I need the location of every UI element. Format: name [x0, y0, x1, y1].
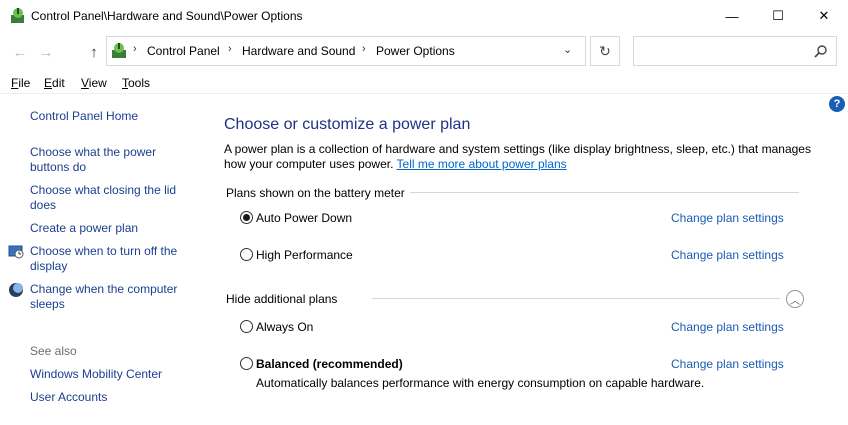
back-button[interactable]: ←: [10, 42, 30, 62]
sidebar-power-buttons[interactable]: Choose what the power buttons do: [30, 145, 156, 175]
sidebar-link-line: sleeps: [30, 297, 65, 311]
plan-always-on-label: Always On: [256, 320, 314, 334]
menu-view-accelerator: V: [81, 76, 89, 90]
battery-meter-group-label: Plans shown on the battery meter: [226, 186, 405, 200]
plan-auto-power-down-label: Auto Power Down: [256, 211, 353, 225]
menu-view[interactable]: View: [81, 76, 107, 90]
search-icon: [814, 45, 827, 58]
change-plan-settings-balanced[interactable]: Change plan settings: [671, 357, 784, 371]
learn-more-link[interactable]: Tell me more about power plans: [397, 157, 567, 171]
sidebar-control-panel-home[interactable]: Control Panel Home: [30, 109, 138, 124]
sidebar-link-line: Choose what the power: [30, 145, 157, 159]
window-title: Control Panel\Hardware and Sound\Power O…: [31, 9, 303, 23]
hide-additional-plans-label[interactable]: Hide additional plans: [226, 292, 337, 306]
radio-auto-power-down[interactable]: [240, 211, 253, 224]
title-bar: Control Panel\Hardware and Sound\Power O…: [0, 0, 848, 32]
menu-edit[interactable]: Edit: [44, 76, 65, 90]
sidebar-link-line: buttons do: [30, 160, 87, 174]
maximize-button[interactable]: ☐: [755, 0, 801, 32]
menu-edit-label: dit: [52, 76, 65, 90]
radio-balanced[interactable]: [240, 357, 253, 370]
sidebar-link-line: Choose what closing the lid: [30, 183, 177, 197]
sidebar-link-line: Change when the computer: [30, 282, 178, 296]
minimize-button[interactable]: —: [709, 0, 755, 32]
menu-tools-label: ools: [128, 76, 151, 90]
radio-high-performance[interactable]: [240, 248, 253, 261]
control-panel-icon: [112, 43, 126, 58]
radio-always-on[interactable]: [240, 320, 253, 333]
sidebar-mobility-center[interactable]: Windows Mobility Center: [30, 367, 162, 382]
sleep-moon-icon: [9, 283, 23, 297]
collapse-chevron-icon[interactable]: ︿: [786, 290, 804, 308]
display-clock-icon: [8, 245, 24, 259]
sidebar-closing-lid[interactable]: Choose what closing the lid does: [30, 183, 176, 213]
group-divider: [410, 192, 799, 193]
breadcrumb-separator: ›: [133, 43, 137, 55]
sidebar-link-line: Create a power plan: [30, 221, 139, 235]
change-plan-settings-auto-power-down[interactable]: Change plan settings: [671, 211, 784, 225]
group-divider: [372, 298, 780, 299]
address-dropdown-icon[interactable]: ⌄: [563, 43, 572, 56]
plan-balanced-label: Balanced (recommended): [256, 357, 403, 371]
up-button[interactable]: ↑: [84, 42, 104, 62]
menu-bar: File Edit View Tools: [0, 72, 848, 94]
address-bar[interactable]: › Control Panel › Hardware and Sound › P…: [106, 36, 586, 66]
navigation-bar: ← → ↑ › Control Panel › Hardware and Sou…: [0, 32, 848, 72]
sidebar-link-line: does: [30, 198, 57, 212]
plan-balanced-description: Automatically balances performance with …: [256, 376, 705, 390]
page-title: Choose or customize a power plan: [224, 116, 471, 133]
search-input[interactable]: [633, 36, 837, 66]
sidebar-link-line: display: [30, 259, 68, 273]
see-also-label: See also: [30, 344, 77, 358]
refresh-button[interactable]: ↻: [590, 36, 620, 66]
breadcrumb-separator: ›: [228, 43, 232, 55]
sidebar-link-line: Choose when to turn off the: [30, 244, 178, 258]
breadcrumb-separator: ›: [362, 43, 366, 55]
sidebar-user-accounts[interactable]: User Accounts: [30, 390, 107, 405]
menu-edit-accelerator: E: [44, 76, 53, 90]
menu-view-label: iew: [88, 76, 107, 90]
menu-tools[interactable]: Tools: [122, 76, 150, 90]
sidebar-turn-off-display[interactable]: Choose when to turn off the display: [30, 244, 177, 274]
menu-file[interactable]: File: [11, 76, 30, 90]
help-button[interactable]: ?: [829, 96, 845, 112]
sidebar-create-power-plan[interactable]: Create a power plan: [30, 221, 138, 236]
change-plan-settings-high-performance[interactable]: Change plan settings: [671, 248, 784, 262]
close-button[interactable]: ✕: [801, 0, 847, 32]
page-description: A power plan is a collection of hardware…: [224, 142, 824, 172]
plan-high-performance-label: High Performance: [256, 248, 353, 262]
change-plan-settings-always-on[interactable]: Change plan settings: [671, 320, 784, 334]
breadcrumb-control-panel[interactable]: Control Panel: [147, 44, 220, 58]
forward-button[interactable]: →: [36, 42, 56, 62]
sidebar-computer-sleeps[interactable]: Change when the computer sleeps: [30, 282, 177, 312]
breadcrumb-hardware-and-sound[interactable]: Hardware and Sound: [242, 44, 355, 58]
menu-file-label: ile: [18, 76, 31, 90]
power-options-icon: [11, 8, 24, 23]
breadcrumb-power-options[interactable]: Power Options: [376, 44, 455, 58]
